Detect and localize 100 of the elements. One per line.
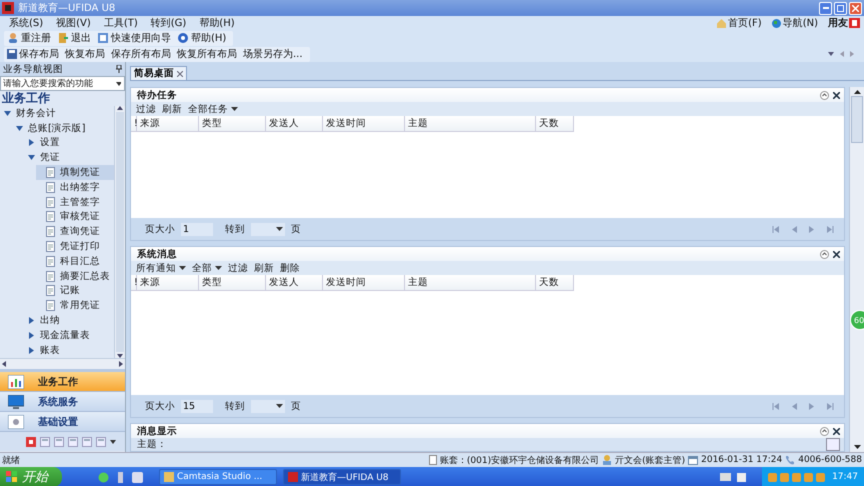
collapsed-arrow-icon[interactable] [28,346,35,354]
column-header[interactable]: ! [131,116,137,132]
collapse-icon[interactable] [820,250,829,258]
toolbar-button[interactable]: 退出 [54,30,94,46]
home-link[interactable]: 首页(F) [717,16,762,30]
first-page-icon[interactable] [772,402,780,410]
dropdown-arrow-icon[interactable] [828,52,834,56]
tree-item[interactable]: 出纳签字 [36,180,114,195]
close-icon[interactable] [833,428,840,434]
collapsed-arrow-icon[interactable] [28,139,35,146]
collapse-icon[interactable] [820,90,829,100]
tree-item[interactable]: 查询凭证 [36,224,114,240]
expanded-arrow-icon[interactable] [16,124,23,132]
pin-icon[interactable] [116,65,122,73]
module-button[interactable]: 业务工作 [0,372,125,392]
column-header[interactable]: 主题 [405,275,536,291]
caret-icon[interactable] [110,440,116,444]
layout-button[interactable]: 恢复所有布局 [174,46,240,62]
toolbar-action[interactable]: 全部任务 [188,102,238,116]
module-button[interactable]: 系统服务 [0,392,125,412]
previous-page-icon[interactable] [790,402,798,410]
tree-item[interactable]: 出纳 [24,313,114,328]
scroll-left-icon[interactable] [2,361,6,367]
tree-item[interactable]: 常用凭证 [36,298,114,314]
toolbar-button[interactable]: 快速使用向导 [94,30,174,46]
tree-item[interactable]: 科目汇总 [36,254,114,269]
last-page-icon[interactable] [826,402,834,410]
column-header[interactable]: 主题 [405,116,536,132]
layout-button[interactable]: 恢复布局 [62,46,108,62]
collapsed-arrow-icon[interactable] [28,332,35,339]
window-icon[interactable] [40,436,50,446]
vertical-scrollbar[interactable] [849,87,864,452]
tree-item[interactable]: 现金流量表 [24,328,114,343]
column-header[interactable]: 类型 [199,275,266,291]
tree-item[interactable]: 账表 [24,342,114,358]
module-button[interactable]: 基础设置 [0,412,125,432]
window-icon[interactable] [96,436,106,446]
column-header[interactable]: 发送时间 [323,116,405,132]
toolbar-button[interactable]: 帮助(H) [174,30,230,46]
menu-item[interactable]: 工具(T) [104,16,138,30]
tree-item[interactable]: 总账[演示版] [12,120,114,136]
column-header[interactable]: 发送人 [266,275,323,291]
page-size-field[interactable]: 15 [181,400,213,412]
page-dropdown[interactable] [251,400,285,412]
scroll-thumb[interactable] [116,112,124,352]
tree-item[interactable]: 主管签字 [36,194,114,210]
window-icon[interactable] [54,436,64,446]
toolbar-action[interactable]: 全部 [192,262,222,274]
tree-item[interactable]: 填制凭证 [36,165,114,180]
navigation-link[interactable]: 导航(N) [772,16,818,30]
column-header[interactable]: 来源 [137,275,199,291]
scroll-right-icon[interactable] [119,361,123,367]
previous-page-icon[interactable] [790,226,798,232]
browser-icon[interactable] [98,472,109,482]
tree-item[interactable]: 摘要汇总表 [36,268,114,284]
tab[interactable]: 简易桌面 [130,66,187,80]
window-icon[interactable] [82,436,92,446]
menu-item[interactable]: 帮助(H) [199,16,235,30]
close-icon[interactable] [833,250,840,258]
tree-item[interactable]: 凭证打印 [36,239,114,254]
keyboard-icon[interactable] [720,473,732,481]
next-page-icon[interactable] [808,226,816,232]
vertical-scrollbar[interactable] [114,106,125,358]
menu-item[interactable]: 转到(G) [150,16,186,30]
page-dropdown[interactable] [251,222,285,236]
expanded-arrow-icon[interactable] [28,154,35,162]
scroll-down-icon[interactable] [854,445,860,449]
column-header[interactable]: 来源 [137,116,199,132]
next-page-icon[interactable] [808,402,816,410]
horizontal-scrollbar[interactable] [0,358,125,369]
first-page-icon[interactable] [772,226,780,232]
menu-item[interactable]: 系统(S) [9,16,44,30]
close-button[interactable] [849,2,862,14]
collapsed-arrow-icon[interactable] [28,317,35,324]
window-icon[interactable] [68,436,78,446]
column-header[interactable]: 类型 [199,116,266,132]
layout-button[interactable]: 保存所有布局 [108,46,174,62]
taskbar-button[interactable]: Camtasia Studio ... [159,469,277,485]
page-size-field[interactable]: 1 [181,222,213,236]
column-header[interactable]: 天数 [536,116,574,132]
layout-button[interactable]: 场景另存为... [240,46,306,62]
tree-item[interactable]: 凭证 [24,150,114,166]
restore-button[interactable] [834,2,847,14]
scroll-up-icon[interactable] [854,90,860,94]
column-header[interactable]: ! [131,275,137,291]
tree-item[interactable]: 记账 [36,284,114,298]
tree-item[interactable]: 财务会计 [0,106,114,121]
taskbar-button[interactable]: 新道教育—UFIDA U8 [283,469,401,485]
toolbar-action[interactable]: 过滤 [136,102,156,116]
column-header[interactable]: 天数 [536,275,574,291]
tree-item[interactable]: 设置 [24,136,114,150]
last-page-icon[interactable] [826,226,834,232]
toolbar-action[interactable]: 刷新 [162,102,182,116]
layout-button[interactable]: 保存布局 [4,46,62,62]
toolbar-action[interactable]: 刷新 [254,262,274,274]
column-header[interactable]: 发送时间 [323,275,405,291]
menu-item[interactable]: 视图(V) [56,16,91,30]
column-header[interactable]: 发送人 [266,116,323,132]
collapse-icon[interactable] [820,426,829,436]
toolbar-action[interactable]: 过滤 [228,262,248,274]
